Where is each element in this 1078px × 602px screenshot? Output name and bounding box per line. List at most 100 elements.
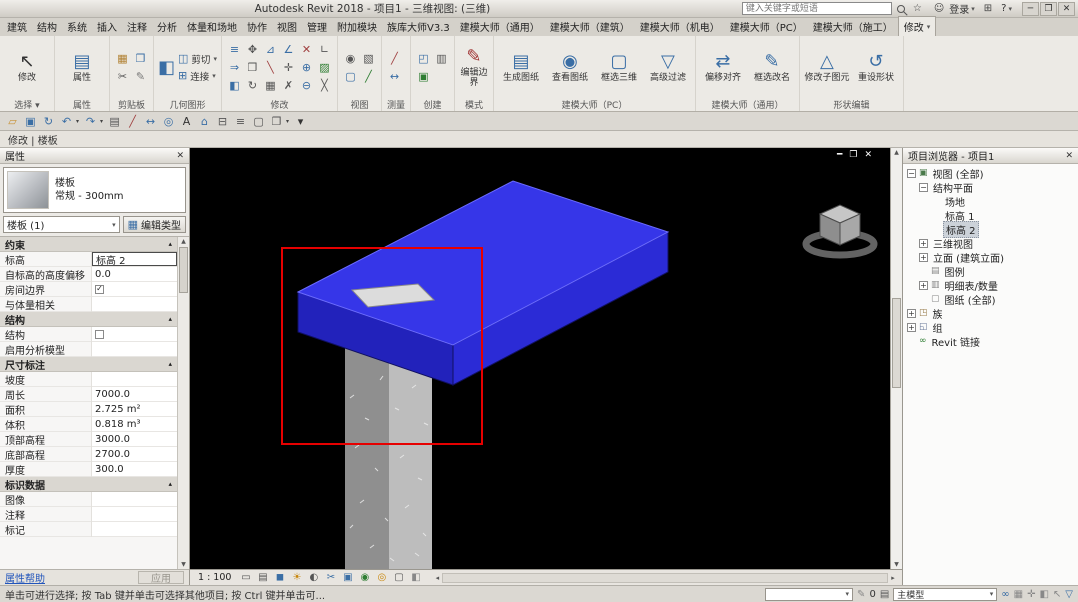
qat-customize-icon[interactable]: ▾ [292,113,309,129]
tree-item-views[interactable]: −▣视图 (全部) [903,166,1078,180]
scale-sheet-icon[interactable]: ▭ [238,571,253,585]
property-value-elevation-bottom[interactable]: 2700.0 [92,447,177,461]
tree-item-elevations[interactable]: +立面 (建筑立面) [903,250,1078,264]
tab-modeling-master-mep[interactable]: 建模大师（机电） [635,17,725,36]
paste-icon[interactable]: ▦ [114,50,131,67]
property-value-perimeter[interactable]: 7000.0 [92,387,177,401]
scroll-up-icon[interactable]: ▲ [894,149,899,156]
property-section-0[interactable]: 约束▴ [0,237,177,252]
viewport-close-icon[interactable]: ✕ [864,150,872,160]
create-group-icon[interactable]: ◰ [415,50,432,67]
copy-to-clipboard-icon[interactable]: ❐ [132,50,149,67]
tree-item-level-2[interactable]: 标高 2 [903,222,1078,236]
section-icon[interactable]: ⊟ [214,113,231,129]
sun-path-icon[interactable]: ☀ [289,571,304,585]
demolish-icon[interactable]: ╳ [316,77,333,94]
offset-icon[interactable]: ⇒ [226,59,243,76]
mirror-icon[interactable]: ◧ [226,77,243,94]
panel-geometry-label[interactable]: 几何图形 [154,98,221,111]
apply-button[interactable]: 应用 [138,571,184,584]
panel-modeling-master-general-label[interactable]: 建模大师（通用） [696,98,799,111]
property-value-volume[interactable]: 0.818 m³ [92,417,177,431]
tab-collaborate[interactable]: 协作 [242,17,272,36]
align-icon[interactable]: ≡ [226,41,243,58]
workset-dropdown[interactable]: ▾ [765,588,853,601]
expander-icon[interactable]: + [919,253,928,262]
active-workset-icon[interactable]: ▤ [880,589,889,600]
panel-view-label[interactable]: 视图 [338,98,381,111]
property-section-1[interactable]: 结构▴ [0,312,177,327]
modify-sub-elements-button[interactable]: △修改子图元 [804,50,850,84]
scrollbar-track[interactable] [442,573,888,583]
tab-analyze[interactable]: 分析 [152,17,182,36]
property-value-area[interactable]: 2.725 m² [92,402,177,416]
scroll-down-icon[interactable]: ▼ [181,561,186,568]
default-3d-view-icon[interactable]: ⌂ [196,113,213,129]
tab-modeling-master-pc[interactable]: 建模大师（PC） [725,17,808,36]
text-icon[interactable]: A [178,113,195,129]
viewport-restore-icon[interactable]: ❐ [849,150,857,160]
crop-region-icon[interactable]: ▣ [340,571,355,585]
expander-icon[interactable]: + [919,239,928,248]
signin-button[interactable]: ☺登录▾ [927,1,979,16]
reset-shape-button[interactable]: ↺重设形状 [853,50,899,84]
advanced-filter-button[interactable]: ▽高级过滤 [645,50,691,84]
generate-sheet-button[interactable]: ▤生成图纸 [498,50,544,84]
design-option-dropdown[interactable]: 主模型▾ [893,588,997,601]
cut-to-clipboard-icon[interactable]: ✂ [114,68,131,85]
panel-modify-label[interactable]: 修改 [222,98,337,111]
panel-modeling-master-pc-label[interactable]: 建模大师（PC） [494,98,695,111]
properties-button[interactable]: ▤属性 [59,50,105,84]
property-value-elevation-top[interactable]: 3000.0 [92,432,177,446]
property-value-enable-analytical-model[interactable] [92,342,177,356]
reveal-hidden-icon[interactable]: ◎ [374,571,389,585]
select-pinned-icon[interactable]: ✛ [1027,589,1035,600]
tab-modeling-master-general[interactable]: 建模大师（通用） [455,17,545,36]
help-button[interactable]: ?▾ [997,3,1016,14]
join-geometry-button[interactable]: ⊞连接▾ [178,69,217,83]
scroll-right-icon[interactable]: ▸ [888,574,898,582]
tree-item-revit-links[interactable]: ∞Revit 链接 [903,334,1078,348]
undo-icon[interactable]: ↶ [58,113,75,129]
join-icon[interactable]: ⊕ [298,59,315,76]
property-value-structural[interactable] [92,327,177,341]
temporary-hide-isolate-icon[interactable]: ◉ [357,571,372,585]
close-inactive-windows-icon[interactable]: ▢ [250,113,267,129]
close-icon[interactable]: ✕ [176,151,184,161]
shadows-icon[interactable]: ◐ [306,571,321,585]
unpin-icon[interactable]: ✗ [280,77,297,94]
tab-structure[interactable]: 结构 [32,17,62,36]
print-icon[interactable]: ▤ [106,113,123,129]
property-value-related-to-mass[interactable] [92,297,177,311]
measure-icon[interactable]: ╱ [124,113,141,129]
measure-between-icon[interactable]: ╱ [386,50,403,67]
panel-measure-label[interactable]: 测量 [382,98,410,111]
dimension-icon[interactable]: ↔ [386,68,403,85]
expander-icon[interactable]: + [907,309,916,318]
match-type-icon[interactable]: ✎ [132,68,149,85]
search-icon[interactable] [897,5,905,13]
box-select-3d-button[interactable]: ▢框选三维 [596,50,642,84]
close-icon[interactable]: ✕ [1065,151,1073,161]
drawing-area[interactable]: ━❐✕ ▲ ▼ 1 : 100 ▭▤◼☀◐✂▣◉◎▢◧ ◂ ▸ [190,148,902,585]
scrollbar-thumb[interactable] [892,298,901,388]
create-assembly-icon[interactable]: ▥ [433,50,450,67]
tree-item-schedules[interactable]: +▥明细表/数量 [903,278,1078,292]
thin-lines-icon[interactable]: ≡ [232,113,249,129]
tree-item-level-1[interactable]: 标高 1 [903,208,1078,222]
expander-icon[interactable]: − [907,169,916,178]
property-section-2[interactable]: 尺寸标注▴ [0,357,177,372]
delete-icon[interactable]: ✕ [298,41,315,58]
redo-icon[interactable]: ↷ [82,113,99,129]
tab-modeling-master-construction[interactable]: 建模大师（施工） [808,17,898,36]
property-section-3[interactable]: 标识数据▴ [0,477,177,492]
drag-on-selection-icon[interactable]: ↖ [1053,589,1061,600]
window-close-icon[interactable]: ✕ [1058,2,1075,16]
type-selector[interactable]: 楼板 常规 - 300mm [3,167,186,213]
switch-windows-icon[interactable]: ❐ [268,113,285,129]
aligned-dimension-icon[interactable]: ↔ [142,113,159,129]
tab-addins[interactable]: 附加模块 [332,17,382,36]
unjoin-icon[interactable]: ⊖ [298,77,315,94]
analytical-model-icon[interactable]: ◧ [408,571,423,585]
window-restore-icon[interactable]: ❐ [1040,2,1057,16]
